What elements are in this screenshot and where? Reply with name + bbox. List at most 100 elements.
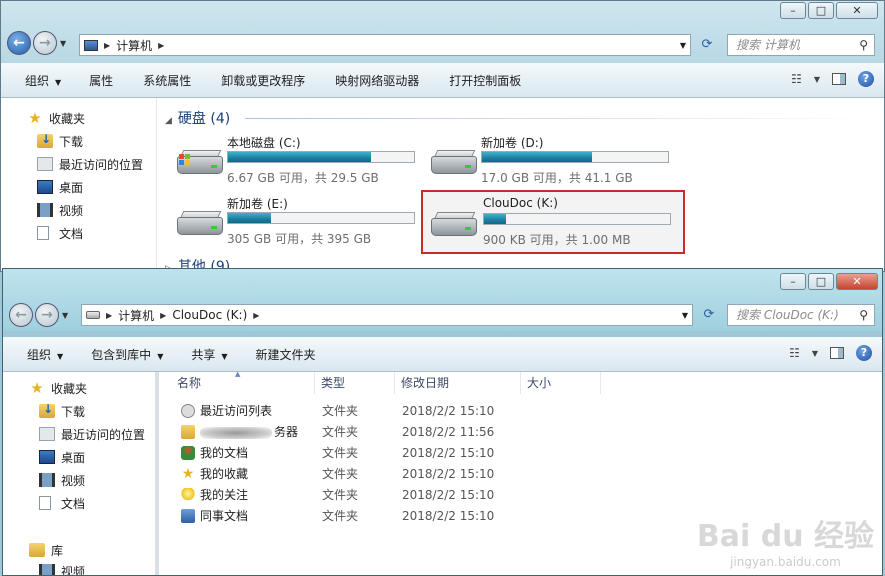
- recent-pages-dropdown[interactable]: ▼: [60, 39, 66, 48]
- drive-usage-bar: [481, 151, 669, 163]
- sidebar-item-documents[interactable]: 文档: [39, 493, 85, 513]
- drive-usage-bar: [227, 212, 415, 224]
- column-header-name[interactable]: 名称: [171, 372, 315, 394]
- maximize-button[interactable]: □: [808, 273, 834, 290]
- hard-drive-icon: [431, 150, 477, 178]
- share-menu[interactable]: 共享 ▼: [191, 346, 227, 363]
- sidebar-item-desktop[interactable]: 桌面: [39, 447, 85, 467]
- address-dropdown-icon[interactable]: ▼: [682, 311, 688, 320]
- drive-icon: [86, 311, 100, 319]
- organize-menu[interactable]: 组织 ▼: [25, 72, 61, 89]
- file-row[interactable]: 同事文档 文件夹 2018/2/2 15:10: [178, 506, 528, 526]
- minimize-button[interactable]: –: [780, 273, 806, 290]
- refresh-icon[interactable]: ⟳: [699, 304, 719, 326]
- download-folder-icon: [37, 132, 53, 148]
- bulb-icon: [181, 488, 195, 502]
- sidebar-item-recent-places[interactable]: 最近访问的位置: [37, 154, 143, 174]
- recent-pages-dropdown[interactable]: ▼: [62, 311, 68, 320]
- drive-k-selected[interactable]: ClouDoc (K:) 900 KB 可用，共 1.00 MB: [421, 190, 685, 254]
- window-controls: – □ ✕: [778, 2, 878, 19]
- sidebar-item-downloads[interactable]: 下载: [39, 401, 85, 421]
- star-icon: ★: [181, 466, 195, 482]
- chevron-down-icon[interactable]: ▼: [814, 75, 820, 84]
- column-header-date[interactable]: 修改日期: [395, 372, 521, 394]
- breadcrumb-arrow-icon[interactable]: ▶: [104, 41, 110, 50]
- search-icon[interactable]: ⚲: [859, 305, 868, 325]
- close-button[interactable]: ✕: [836, 273, 878, 290]
- recent-places-icon: [37, 157, 53, 171]
- new-folder-button[interactable]: 新建文件夹: [256, 346, 316, 363]
- chevron-down-icon: ▼: [157, 351, 164, 361]
- sidebar-library-videos[interactable]: 视频: [39, 561, 85, 575]
- organize-menu[interactable]: 组织 ▼: [27, 346, 63, 363]
- section-hard-disks[interactable]: ◢ 硬盘 (4): [165, 108, 230, 128]
- content-area: ★收藏夹 下载 最近访问的位置 桌面 视频 文档 库 视频 名称 ▲ 类型 修改…: [3, 370, 882, 575]
- change-view-icon[interactable]: ☷: [791, 72, 802, 86]
- sidebar-item-recent-places[interactable]: 最近访问的位置: [39, 424, 145, 444]
- nav-buttons: ← → ▼: [9, 303, 68, 327]
- document-icon: [37, 226, 49, 240]
- sidebar-item-videos[interactable]: 视频: [37, 200, 83, 220]
- file-row[interactable]: 我的关注 文件夹 2018/2/2 15:10: [178, 485, 528, 505]
- breadcrumb-computer[interactable]: 计算机: [116, 37, 152, 54]
- file-row[interactable]: 我的文档 文件夹 2018/2/2 15:10: [178, 443, 528, 463]
- drive-d[interactable]: 新加卷 (D:) 17.0 GB 可用，共 41.1 GB: [423, 134, 673, 190]
- address-dropdown-icon[interactable]: ▼: [680, 41, 686, 50]
- sidebar-item-desktop[interactable]: 桌面: [37, 177, 83, 197]
- drive-c[interactable]: 本地磁盘 (C:) 6.67 GB 可用，共 29.5 GB: [169, 134, 419, 190]
- breadcrumb-arrow-icon[interactable]: ▶: [106, 311, 112, 320]
- sidebar-libraries[interactable]: 库: [29, 540, 63, 560]
- sidebar-favorites[interactable]: ★ 收藏夹: [29, 378, 87, 398]
- chevron-down-icon: ▼: [221, 351, 228, 361]
- chevron-down-icon[interactable]: ▼: [812, 349, 818, 358]
- breadcrumb-arrow-icon[interactable]: ▶: [158, 41, 164, 50]
- close-button[interactable]: ✕: [836, 2, 878, 19]
- address-bar[interactable]: ▶ 计算机 ▶ ClouDoc (K:) ▶ ▼: [81, 304, 693, 326]
- maximize-button[interactable]: □: [808, 2, 834, 19]
- minimize-button[interactable]: –: [780, 2, 806, 19]
- breadcrumb-cloudoc[interactable]: ClouDoc (K:): [172, 308, 247, 322]
- library-icon: [29, 543, 45, 557]
- sort-indicator-icon: ▲: [235, 370, 241, 378]
- search-input[interactable]: 搜索 ClouDoc (K:) ⚲: [727, 304, 875, 326]
- preview-pane-icon[interactable]: [830, 347, 844, 359]
- sidebar-item-downloads[interactable]: 下载: [37, 131, 83, 151]
- column-header-type[interactable]: 类型: [315, 372, 395, 394]
- help-icon[interactable]: ?: [858, 71, 874, 87]
- map-network-drive-button[interactable]: 映射网络驱动器: [335, 72, 419, 89]
- include-in-library-menu[interactable]: 包含到库中 ▼: [91, 346, 163, 363]
- navigation-pane: ★收藏夹 下载 最近访问的位置 桌面 视频 文档: [1, 98, 157, 271]
- file-row[interactable]: 最近访问列表 文件夹 2018/2/2 15:10: [178, 401, 528, 421]
- drive-e[interactable]: 新加卷 (E:) 305 GB 可用，共 395 GB: [169, 195, 419, 251]
- address-bar[interactable]: ▶ 计算机 ▶ ▼: [79, 34, 691, 56]
- clock-icon: [181, 404, 195, 418]
- help-icon[interactable]: ?: [856, 345, 872, 361]
- drive-usage-bar: [227, 151, 415, 163]
- sidebar-favorites[interactable]: ★ 收藏夹: [27, 108, 85, 128]
- sidebar-item-videos[interactable]: 视频: [39, 470, 85, 490]
- file-row[interactable]: 务器 文件夹 2018/2/2 11:56: [178, 422, 528, 442]
- nav-buttons: ← → ▼: [7, 31, 66, 55]
- preview-pane-icon[interactable]: [832, 73, 846, 85]
- refresh-icon[interactable]: ⟳: [697, 34, 717, 56]
- back-button[interactable]: ←: [7, 31, 31, 55]
- uninstall-program-button[interactable]: 卸载或更改程序: [221, 72, 305, 89]
- back-button[interactable]: ←: [9, 303, 33, 327]
- open-control-panel-button[interactable]: 打开控制面板: [449, 72, 521, 89]
- properties-button[interactable]: 属性: [89, 72, 113, 89]
- change-view-icon[interactable]: ☷: [789, 346, 800, 360]
- desktop-icon: [39, 450, 55, 464]
- breadcrumb-arrow-icon[interactable]: ▶: [160, 311, 166, 320]
- file-row[interactable]: ★ 我的收藏 文件夹 2018/2/2 15:10: [178, 464, 528, 484]
- forward-button[interactable]: →: [33, 31, 57, 55]
- recent-places-icon: [39, 427, 55, 441]
- search-input[interactable]: 搜索 计算机 ⚲: [727, 34, 875, 56]
- column-header-size[interactable]: 大小: [521, 372, 601, 394]
- breadcrumb-computer[interactable]: 计算机: [118, 307, 154, 324]
- system-properties-button[interactable]: 系统属性: [143, 72, 191, 89]
- sidebar-item-documents[interactable]: 文档: [37, 223, 83, 243]
- hard-drive-icon: [431, 212, 477, 240]
- breadcrumb-arrow-icon[interactable]: ▶: [253, 311, 259, 320]
- forward-button[interactable]: →: [35, 303, 59, 327]
- search-icon[interactable]: ⚲: [859, 35, 868, 55]
